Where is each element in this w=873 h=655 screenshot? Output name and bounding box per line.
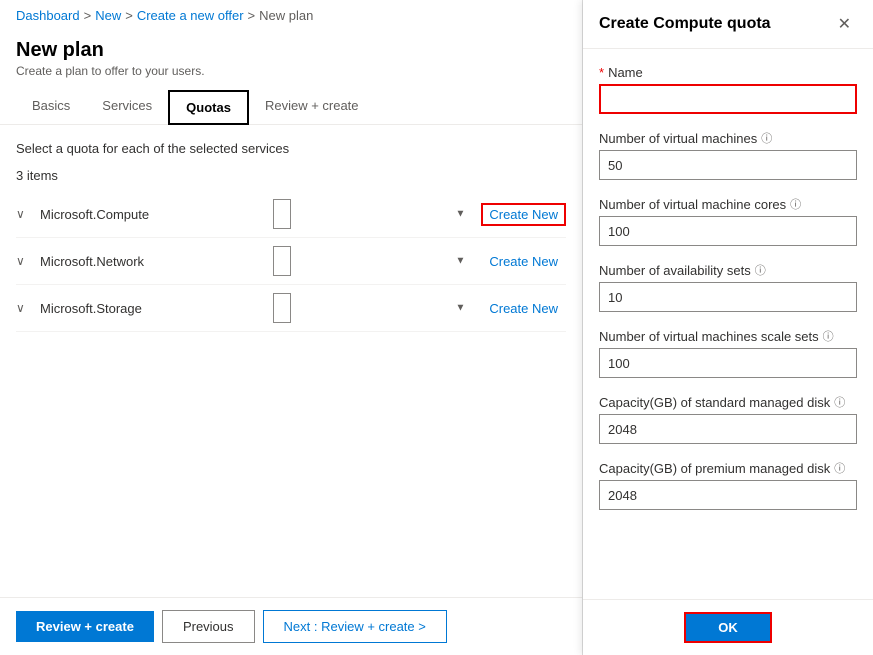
tab-quotas[interactable]: Quotas: [168, 90, 249, 125]
vms-info-icon[interactable]: ⓘ: [761, 130, 772, 146]
next-button[interactable]: Next : Review + create >: [263, 610, 447, 643]
field-name-label: * Name: [599, 65, 857, 80]
vm-scale-input[interactable]: [599, 348, 857, 378]
ok-button[interactable]: OK: [684, 612, 772, 643]
field-vm-cores-label: Number of virtual machine cores ⓘ: [599, 196, 857, 212]
main-content: Select a quota for each of the selected …: [0, 125, 582, 597]
page-header: New plan Create a plan to offer to your …: [0, 31, 582, 82]
create-new-compute-button[interactable]: Create New: [481, 203, 566, 226]
panel-header: Create Compute quota ✕: [583, 0, 873, 49]
content-description: Select a quota for each of the selected …: [16, 141, 566, 156]
service-row-storage: ∨ Microsoft.Storage Create New: [16, 285, 566, 332]
field-premium-disk-group: Capacity(GB) of premium managed disk ⓘ: [599, 460, 857, 510]
avail-sets-input[interactable]: [599, 282, 857, 312]
breadcrumb-create-offer[interactable]: Create a new offer: [137, 8, 244, 23]
avail-sets-info-icon[interactable]: ⓘ: [755, 262, 766, 278]
name-input[interactable]: [599, 84, 857, 114]
service-row-compute: ∨ Microsoft.Compute Create New: [16, 191, 566, 238]
required-star: *: [599, 65, 604, 80]
field-vm-scale-label: Number of virtual machines scale sets ⓘ: [599, 328, 857, 344]
quota-select-network[interactable]: [273, 246, 291, 276]
close-panel-button[interactable]: ✕: [832, 12, 857, 36]
standard-disk-input[interactable]: [599, 414, 857, 444]
create-new-storage-button[interactable]: Create New: [481, 297, 566, 320]
field-standard-disk-label: Capacity(GB) of standard managed disk ⓘ: [599, 394, 857, 410]
tab-review[interactable]: Review + create: [249, 90, 375, 125]
vm-scale-info-icon[interactable]: ⓘ: [823, 328, 834, 344]
create-compute-quota-panel: Create Compute quota ✕ * Name Number of …: [583, 0, 873, 655]
page-title: New plan: [16, 39, 566, 62]
service-name-network: Microsoft.Network: [40, 254, 265, 269]
footer: Review + create Previous Next : Review +…: [0, 597, 582, 655]
service-name-storage: Microsoft.Storage: [40, 301, 265, 316]
field-vm-cores-group: Number of virtual machine cores ⓘ: [599, 196, 857, 246]
panel-footer: OK: [583, 599, 873, 655]
field-standard-disk-group: Capacity(GB) of standard managed disk ⓘ: [599, 394, 857, 444]
quota-select-storage[interactable]: [273, 293, 291, 323]
panel-title: Create Compute quota: [599, 15, 771, 33]
vms-input[interactable]: [599, 150, 857, 180]
tab-services[interactable]: Services: [86, 90, 168, 125]
field-avail-sets-group: Number of availability sets ⓘ: [599, 262, 857, 312]
field-vms-group: Number of virtual machines ⓘ: [599, 130, 857, 180]
premium-disk-input[interactable]: [599, 480, 857, 510]
premium-disk-info-icon[interactable]: ⓘ: [834, 460, 845, 476]
vm-cores-input[interactable]: [599, 216, 857, 246]
vm-cores-info-icon[interactable]: ⓘ: [790, 196, 801, 212]
chevron-compute[interactable]: ∨: [16, 207, 32, 221]
tab-bar: Basics Services Quotas Review + create: [0, 82, 582, 125]
tab-basics[interactable]: Basics: [16, 90, 86, 125]
breadcrumb-new[interactable]: New: [95, 8, 121, 23]
field-vm-scale-group: Number of virtual machines scale sets ⓘ: [599, 328, 857, 378]
standard-disk-info-icon[interactable]: ⓘ: [834, 394, 845, 410]
breadcrumb-dashboard[interactable]: Dashboard: [16, 8, 80, 23]
breadcrumb-current: New plan: [259, 8, 313, 23]
page-subtitle: Create a plan to offer to your users.: [16, 64, 566, 78]
field-premium-disk-label: Capacity(GB) of premium managed disk ⓘ: [599, 460, 857, 476]
quota-select-compute[interactable]: [273, 199, 291, 229]
chevron-network[interactable]: ∨: [16, 254, 32, 268]
create-new-network-button[interactable]: Create New: [481, 250, 566, 273]
review-create-button[interactable]: Review + create: [16, 611, 154, 642]
previous-button[interactable]: Previous: [162, 610, 255, 643]
field-avail-sets-label: Number of availability sets ⓘ: [599, 262, 857, 278]
service-row-network: ∨ Microsoft.Network Create New: [16, 238, 566, 285]
chevron-storage[interactable]: ∨: [16, 301, 32, 315]
breadcrumb: Dashboard > New > Create a new offer > N…: [0, 0, 582, 31]
select-wrapper-network: [273, 246, 473, 276]
select-wrapper-compute: [273, 199, 473, 229]
field-vms-label: Number of virtual machines ⓘ: [599, 130, 857, 146]
service-name-compute: Microsoft.Compute: [40, 207, 265, 222]
panel-body: * Name Number of virtual machines ⓘ Numb…: [583, 49, 873, 599]
items-count: 3 items: [16, 168, 566, 183]
select-wrapper-storage: [273, 293, 473, 323]
field-name-group: * Name: [599, 65, 857, 114]
